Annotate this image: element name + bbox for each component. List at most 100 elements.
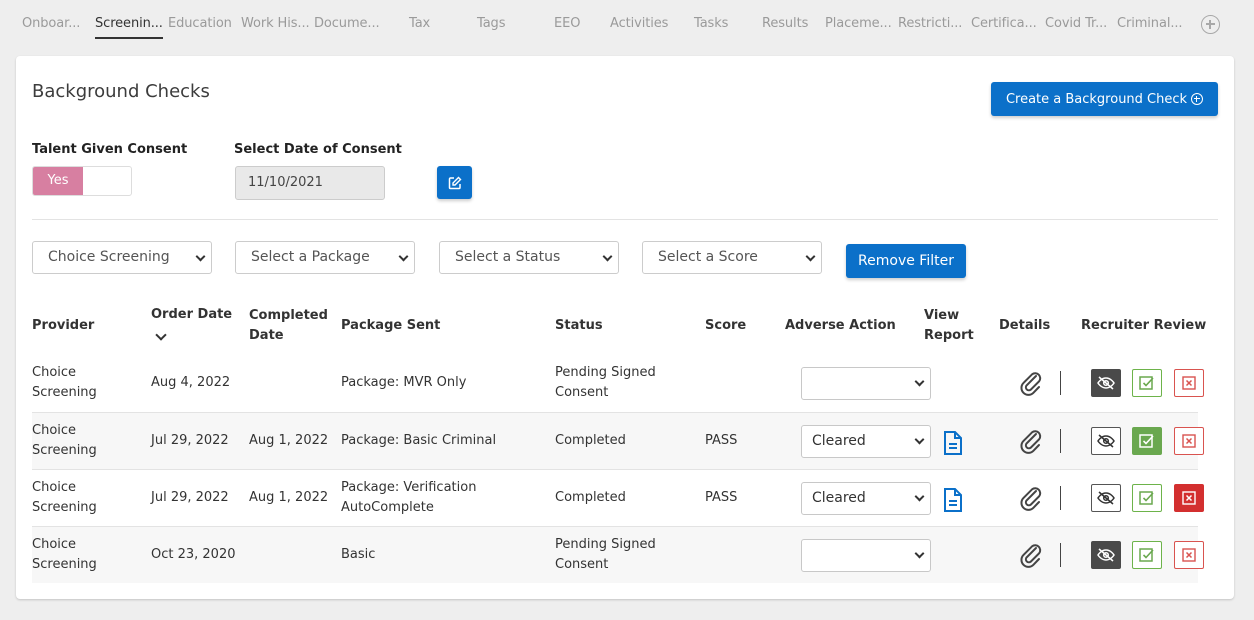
eye-slash-icon: [1097, 376, 1115, 390]
approve-button[interactable]: [1132, 369, 1162, 397]
tab-covid-tracking[interactable]: Covid Tr...: [1045, 16, 1107, 31]
status-cell: Completed: [555, 490, 626, 505]
provider-cell: Choice Screening: [32, 363, 97, 403]
tab-certifications[interactable]: Certifica...: [971, 16, 1037, 31]
document-icon[interactable]: [942, 487, 964, 513]
status-filter-select[interactable]: Select a Status: [439, 241, 619, 274]
x-square-icon: [1182, 548, 1196, 562]
approve-button[interactable]: [1132, 541, 1162, 569]
paperclip-icon[interactable]: [1017, 484, 1045, 512]
tab-education[interactable]: Education: [168, 16, 232, 31]
header-completed-line1: Completed: [249, 308, 328, 323]
adverse-action-select[interactable]: Cleared: [801, 482, 931, 515]
tab-work-history[interactable]: Work His...: [241, 16, 310, 31]
provider-line1: Choice: [32, 537, 77, 552]
tab-activities[interactable]: Activities: [610, 16, 668, 31]
paperclip-icon[interactable]: [1017, 541, 1045, 569]
header-recruiter-review: Recruiter Review: [1081, 318, 1207, 333]
paperclip-icon[interactable]: [1017, 427, 1045, 455]
tab-tasks[interactable]: Tasks: [694, 16, 728, 31]
section-divider: [32, 219, 1218, 220]
header-package-sent: Package Sent: [341, 318, 441, 333]
hide-review-button[interactable]: [1091, 541, 1121, 569]
plus-circle-icon: [1191, 93, 1204, 105]
package-cell: Package: MVR Only: [341, 375, 467, 390]
score-cell: PASS: [705, 433, 738, 448]
reject-button[interactable]: [1174, 484, 1204, 512]
x-square-icon: [1182, 434, 1196, 448]
provider-line2: Screening: [32, 385, 97, 400]
order-date-cell: Jul 29, 2022: [151, 433, 229, 448]
details-divider: [1060, 543, 1061, 567]
completed-date-cell: Aug 1, 2022: [249, 490, 329, 505]
tab-eeo[interactable]: EEO: [554, 16, 580, 31]
chevron-down-icon: [914, 548, 925, 559]
x-square-icon: [1182, 376, 1196, 390]
consent-toggle[interactable]: Yes: [32, 166, 132, 196]
hide-review-button[interactable]: [1091, 369, 1121, 397]
adverse-action-select[interactable]: Cleared: [801, 425, 931, 458]
eye-slash-icon: [1097, 548, 1115, 562]
tab-onboarding[interactable]: Onboar...: [22, 16, 80, 31]
adverse-action-select[interactable]: [801, 367, 931, 400]
table-row: Choice Screening Jul 29, 2022 Aug 1, 202…: [32, 412, 1204, 469]
provider-filter-value: Choice Screening: [48, 249, 170, 265]
chevron-down-icon: [195, 251, 206, 262]
package-cell: Basic: [341, 547, 376, 562]
provider-line2: Screening: [32, 500, 97, 515]
status-cell: Pending Signed Consent: [555, 363, 656, 403]
chevron-down-icon: [914, 491, 925, 502]
score-filter-select[interactable]: Select a Score: [642, 241, 822, 274]
hide-review-button[interactable]: [1091, 484, 1121, 512]
paperclip-icon[interactable]: [1017, 369, 1045, 397]
tab-tax[interactable]: Tax: [409, 16, 430, 31]
tab-documents[interactable]: Docume...: [314, 16, 380, 31]
tab-placements[interactable]: Placeme...: [825, 16, 892, 31]
package-filter-select[interactable]: Select a Package: [235, 241, 415, 274]
chevron-down-icon: [914, 376, 925, 387]
chevron-down-icon: [602, 251, 613, 262]
hide-review-button[interactable]: [1091, 427, 1121, 455]
table-row: Choice Screening Oct 23, 2020 Basic Pend…: [32, 526, 1204, 583]
approve-button[interactable]: [1132, 427, 1162, 455]
tab-tags[interactable]: Tags: [477, 16, 505, 31]
document-icon[interactable]: [942, 430, 964, 456]
tab-screening[interactable]: Screenin...: [95, 16, 163, 39]
approve-button[interactable]: [1132, 484, 1162, 512]
tab-results[interactable]: Results: [762, 16, 808, 31]
consent-date-field[interactable]: 11/10/2021: [235, 166, 385, 200]
remove-filter-button[interactable]: Remove Filter: [846, 244, 966, 278]
tab-bar: Onboar... Screenin... Education Work His…: [0, 0, 1254, 50]
tab-restrictions[interactable]: Restricti...: [898, 16, 962, 31]
eye-slash-icon: [1097, 434, 1115, 448]
header-completed-line2: Date: [249, 328, 284, 343]
edit-icon: [448, 176, 461, 189]
check-square-icon: [1139, 376, 1154, 390]
page-title: Background Checks: [32, 81, 210, 102]
adverse-action-value: Cleared: [812, 490, 866, 506]
header-details: Details: [999, 318, 1051, 333]
background-checks-card: Background Checks Create a Background Ch…: [16, 56, 1234, 599]
reject-button[interactable]: [1174, 427, 1204, 455]
provider-line1: Choice: [32, 365, 77, 380]
reject-button[interactable]: [1174, 541, 1204, 569]
adverse-action-select[interactable]: [801, 539, 931, 572]
order-date-cell: Oct 23, 2020: [151, 547, 236, 562]
provider-filter-select[interactable]: Choice Screening: [32, 241, 212, 274]
package-line2: AutoComplete: [341, 500, 434, 515]
score-filter-value: Select a Score: [658, 249, 758, 265]
create-background-check-button[interactable]: Create a Background Check: [991, 82, 1218, 116]
check-square-icon: [1139, 491, 1154, 505]
header-adverse-action: Adverse Action: [785, 318, 896, 333]
status-line2: Consent: [555, 557, 609, 572]
tab-criminal[interactable]: Criminal...: [1117, 16, 1183, 31]
header-order-date[interactable]: Order Date: [151, 305, 232, 325]
details-divider: [1060, 371, 1061, 395]
details-divider: [1060, 486, 1061, 510]
reject-button[interactable]: [1174, 369, 1204, 397]
table-row: Choice Screening Jul 29, 2022 Aug 1, 202…: [32, 469, 1204, 526]
package-line1: Package: Verification: [341, 480, 477, 495]
edit-consent-button[interactable]: [437, 166, 472, 199]
sort-chevron-down-icon[interactable]: [155, 329, 167, 341]
add-tab-icon[interactable]: [1201, 15, 1220, 34]
